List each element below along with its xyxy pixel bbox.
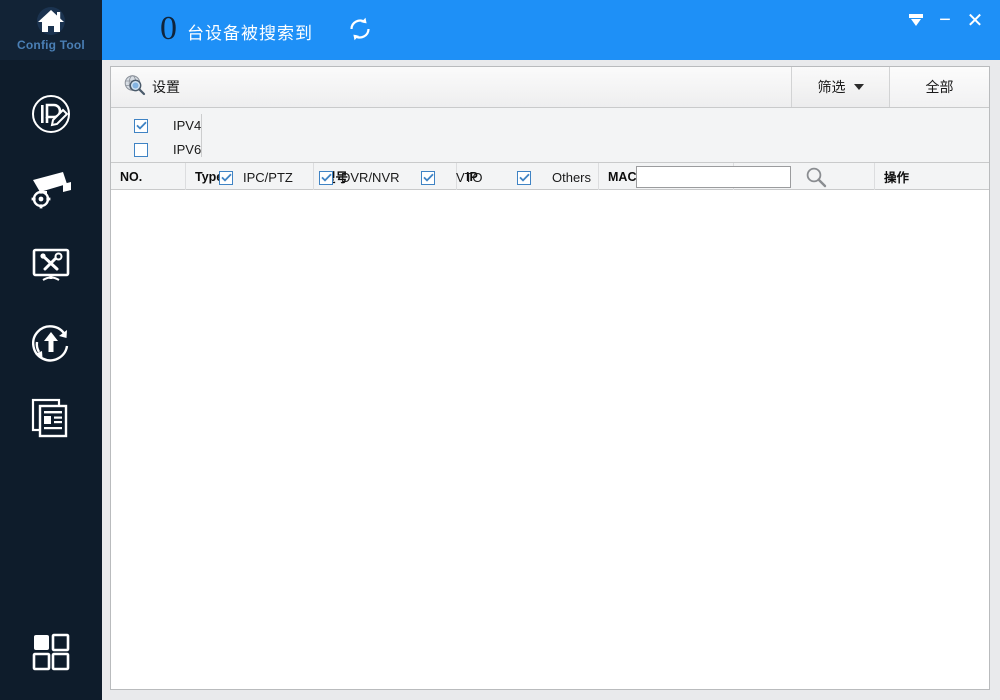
sidebar-item-system-tools[interactable] (0, 230, 102, 306)
filter-label: 筛选 (817, 79, 846, 95)
checkbox-ipc-ptz-box[interactable] (219, 170, 233, 185)
app-logo[interactable]: Config Tool (0, 0, 102, 60)
filter-button[interactable]: 筛选 (791, 67, 889, 107)
sidebar-item-upgrade[interactable] (0, 306, 102, 382)
checkbox-dvr-nvr-label: DVR/NVR (341, 170, 400, 185)
all-label: 全部 (925, 79, 954, 95)
settings-label: 设置 (152, 79, 180, 95)
home-icon (32, 6, 70, 41)
table-body (111, 190, 989, 688)
search-input[interactable] (636, 166, 791, 188)
documents-icon (28, 396, 74, 445)
sidebar-item-ip-modify[interactable] (0, 78, 102, 154)
main-panel: 设置 筛选 全部 IPV4 IPV6 IPC/PTZ DVR/NVR VTO O… (110, 66, 990, 690)
refresh-icon[interactable] (345, 14, 375, 49)
settings-button[interactable]: 设置 (119, 71, 184, 103)
checkbox-ipv6-label: IPV6 (173, 142, 202, 157)
upload-refresh-icon (27, 318, 75, 371)
sidebar-item-device-config[interactable] (0, 154, 102, 230)
title-bar: 0 台设备被搜索到 − ✕ (102, 0, 1000, 60)
vertical-divider (201, 114, 202, 157)
config-tool-window: Config Tool 0 台设备被搜索到 − ✕ 设置 筛选 全部 IPV4 … (0, 0, 1000, 700)
checkbox-ipc-ptz-label: IPC/PTZ (243, 170, 293, 185)
grid-squares-icon (29, 630, 73, 679)
checkbox-others-box[interactable] (517, 170, 531, 185)
extra-icon[interactable] (903, 8, 929, 32)
checkbox-ipv4-label: IPV4 (173, 118, 202, 133)
camera-gear-icon (27, 168, 75, 217)
checkbox-dvr-nvr[interactable]: DVR/NVR (319, 170, 400, 185)
checkbox-vto-label: VTO (456, 170, 483, 185)
device-table: NO.Type型号IPMAC版本号操作 (111, 163, 989, 688)
checkbox-vto-box[interactable] (421, 170, 435, 185)
search-globe-icon (123, 74, 147, 101)
sidebar-item-logs[interactable] (0, 382, 102, 458)
sidebar-item-apps[interactable] (0, 616, 102, 692)
checkbox-dvr-nvr-box[interactable] (319, 170, 333, 185)
checkbox-vto[interactable]: VTO (421, 170, 483, 185)
checkbox-ipv6[interactable]: IPV6 (134, 142, 201, 157)
column-header-action[interactable]: 操作 (875, 163, 988, 190)
all-button[interactable]: 全部 (889, 67, 989, 107)
sidebar: Config Tool (0, 0, 102, 700)
filter-row: IPV4 IPV6 IPC/PTZ DVR/NVR VTO Others (111, 108, 989, 188)
device-count: 0 (160, 10, 177, 47)
device-count-label: 台设备被搜索到 (187, 24, 313, 43)
magnifier-icon[interactable] (805, 166, 827, 193)
chevron-down-icon (853, 84, 864, 90)
checkbox-others-label: Others (552, 170, 592, 185)
ip-edit-icon (27, 90, 75, 143)
monitor-tools-icon (27, 244, 75, 293)
checkbox-others[interactable]: Others (517, 170, 591, 185)
close-button[interactable]: ✕ (962, 8, 988, 32)
minimize-button[interactable]: − (932, 8, 958, 32)
checkbox-ipv6-box[interactable] (134, 142, 148, 157)
column-header-no[interactable]: NO. (111, 163, 186, 190)
toolbar: 设置 筛选 全部 (111, 67, 989, 108)
checkbox-ipv4[interactable]: IPV4 (134, 118, 201, 133)
checkbox-ipv4-box[interactable] (134, 118, 148, 133)
app-logo-label: Config Tool (17, 38, 85, 52)
checkbox-ipc-ptz[interactable]: IPC/PTZ (219, 170, 293, 185)
